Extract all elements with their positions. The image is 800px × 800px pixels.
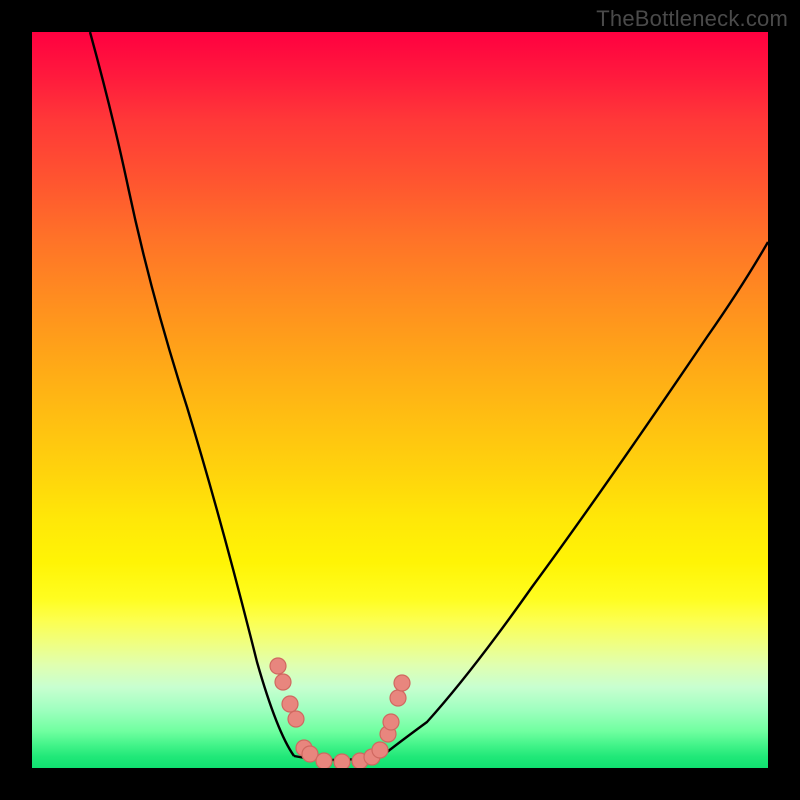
marker-dot [383,714,399,730]
marker-floor-cluster [296,740,388,768]
marker-dot [270,658,286,674]
marker-dot [372,742,388,758]
marker-dot [288,711,304,727]
curve-layer [32,32,768,768]
watermark-text: TheBottleneck.com [596,6,788,32]
marker-dot [316,753,332,768]
left-curve [90,32,294,756]
outer-frame: TheBottleneck.com [0,0,800,800]
marker-dot [390,690,406,706]
marker-dot [394,675,410,691]
marker-dot [282,696,298,712]
right-curve [382,242,768,756]
plot-area [32,32,768,768]
marker-right-cluster [380,675,410,742]
marker-dot [334,754,350,768]
marker-dot [275,674,291,690]
